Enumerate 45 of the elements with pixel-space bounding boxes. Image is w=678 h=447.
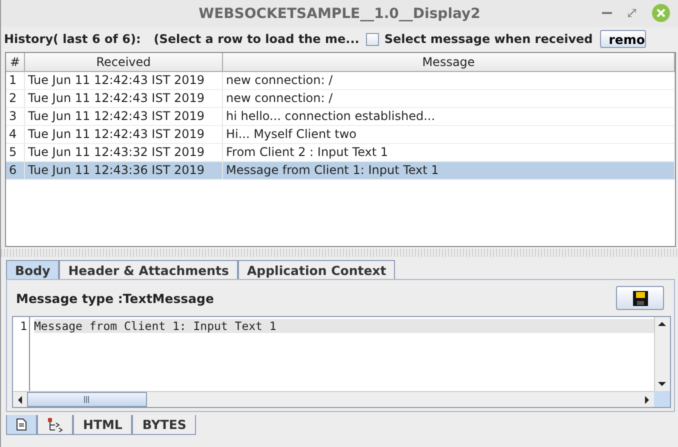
table-cell: new connection: /: [223, 90, 675, 108]
table-cell: new connection: /: [223, 72, 675, 90]
scroll-corner: [654, 391, 670, 407]
table-cell: hi hello... connection established...: [223, 108, 675, 126]
table-cell: Tue Jun 11 12:42:43 IST 2019: [25, 90, 223, 108]
remove-button[interactable]: remo: [600, 30, 646, 48]
hint-text: (Select a row to load the me...: [154, 32, 360, 46]
tab[interactable]: Header & Attachments: [59, 260, 238, 279]
splitter-handle[interactable]: [1, 249, 678, 257]
document-icon: [16, 418, 27, 431]
table-cell: Tue Jun 11 12:42:43 IST 2019: [25, 126, 223, 144]
table-cell: 2: [6, 90, 25, 108]
save-button[interactable]: [616, 286, 664, 310]
table-cell: Tue Jun 11 12:42:43 IST 2019: [25, 108, 223, 126]
table-cell: 3: [6, 108, 25, 126]
table-cell: Hi... Myself Client two: [223, 126, 675, 144]
view-tab[interactable]: [37, 415, 73, 435]
scrollbar-thumb[interactable]: [27, 392, 147, 407]
table-cell: 1: [6, 72, 25, 90]
table-cell: From Client 2 : Input Text 1: [223, 144, 675, 162]
message-type-label: Message type :TextMessage: [16, 290, 214, 306]
column-header[interactable]: #: [6, 53, 25, 72]
save-icon: [632, 290, 648, 306]
maximize-icon[interactable]: [628, 9, 636, 17]
auto-select-checkbox[interactable]: [366, 32, 380, 46]
tree-icon: [47, 418, 63, 432]
table-cell: Tue Jun 11 12:42:43 IST 2019: [25, 72, 223, 90]
minimize-icon[interactable]: [602, 12, 612, 14]
table-cell: Message from Client 1: Input Text 1: [223, 162, 675, 180]
tab[interactable]: Application Context: [238, 260, 396, 279]
history-label: History( last 6 of 6):: [4, 32, 141, 46]
view-tab[interactable]: [6, 415, 37, 435]
window-title: WEBSOCKETSAMPLE__1.0__Display2: [198, 6, 480, 22]
view-tab[interactable]: HTML: [73, 415, 132, 435]
view-tab[interactable]: BYTES: [132, 415, 196, 435]
column-header[interactable]: Message: [223, 53, 675, 72]
checkbox-label: Select message when received: [384, 32, 593, 46]
column-header[interactable]: Received: [25, 53, 223, 72]
tab[interactable]: Body: [6, 260, 60, 279]
table-cell: 6: [6, 162, 25, 180]
table-cell: Tue Jun 11 12:43:36 IST 2019: [25, 162, 223, 180]
table-cell: Tue Jun 11 12:43:32 IST 2019: [25, 144, 223, 162]
line-number: 1: [19, 319, 27, 333]
table-cell: 4: [6, 126, 25, 144]
table-cell: 5: [6, 144, 25, 162]
